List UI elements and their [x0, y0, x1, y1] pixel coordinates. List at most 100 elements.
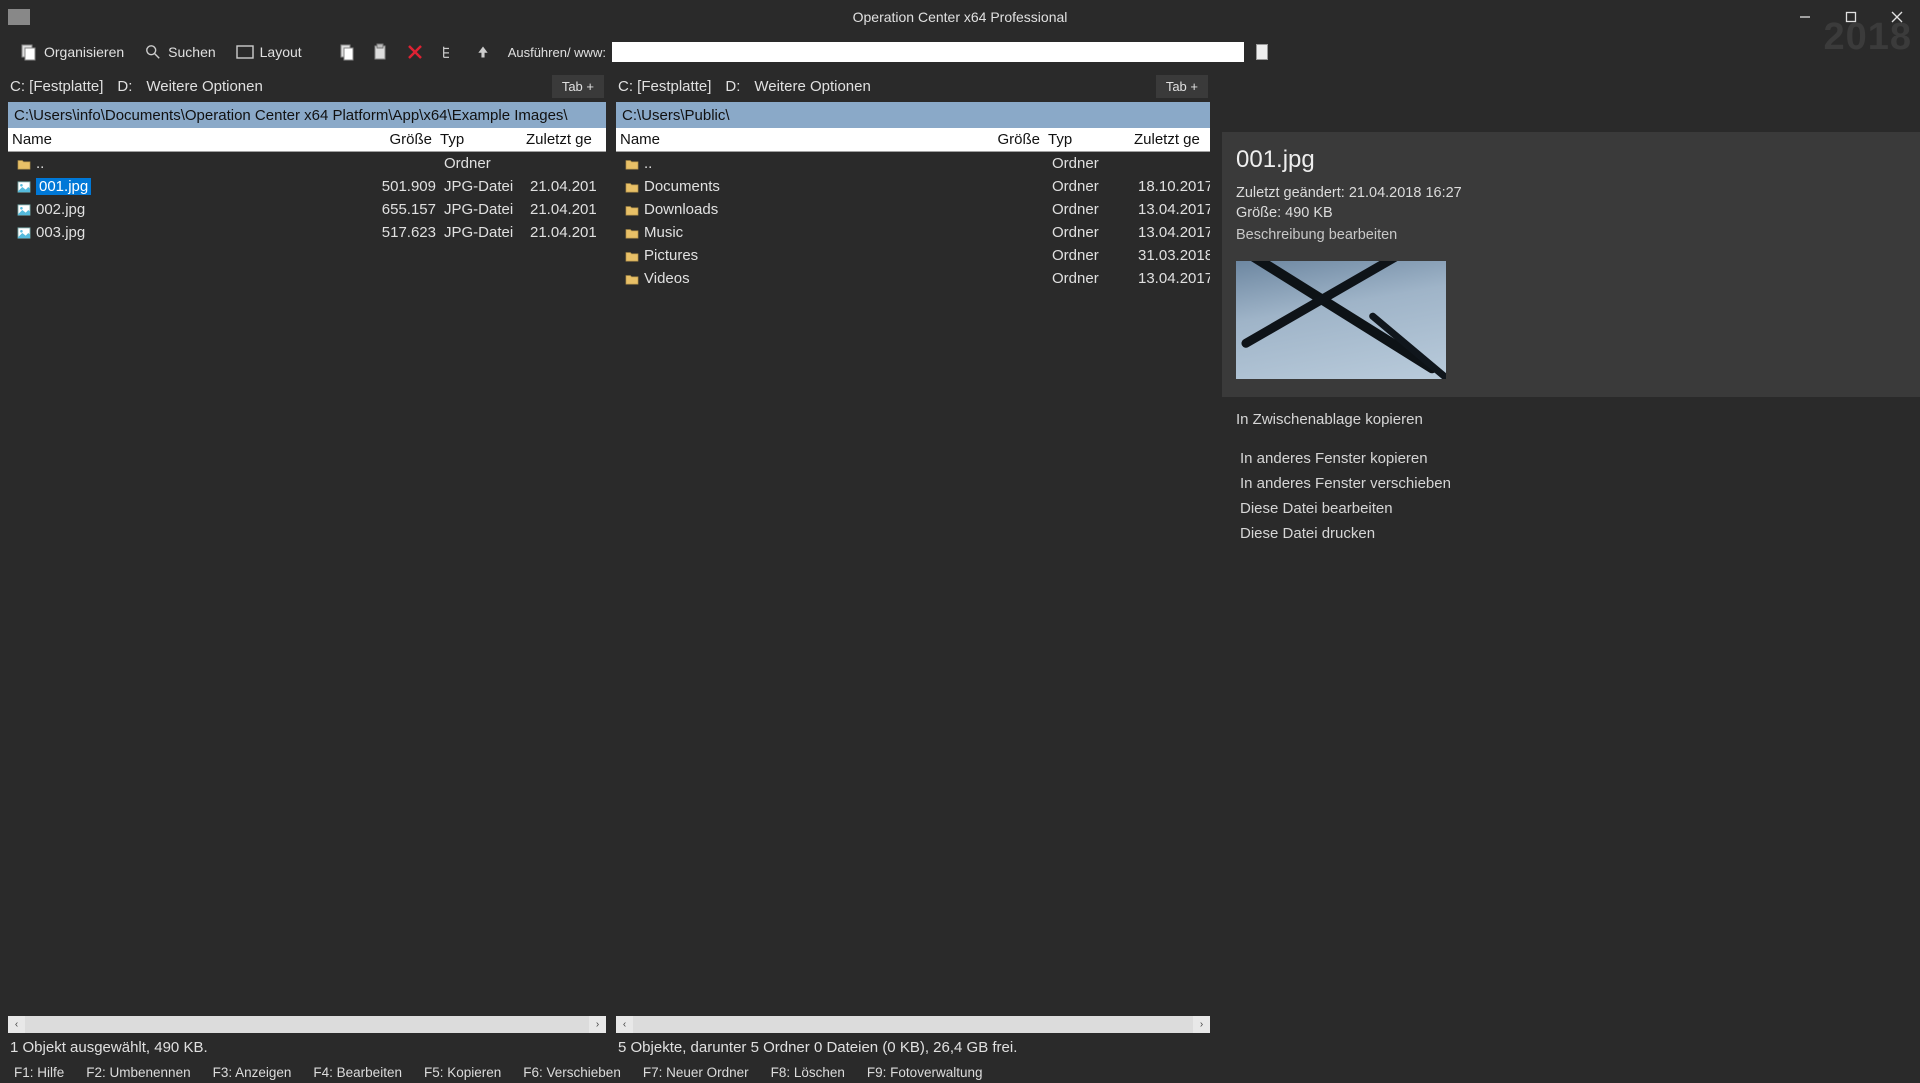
- titlebar: Operation Center x64 Professional: [0, 0, 1920, 34]
- window-title: Operation Center x64 Professional: [853, 9, 1068, 25]
- scroll-left-icon[interactable]: ‹: [8, 1016, 25, 1033]
- file-row[interactable]: DownloadsOrdner13.04.2017: [616, 198, 1210, 221]
- col-size[interactable]: Größe: [368, 131, 436, 148]
- run-input[interactable]: [612, 42, 1244, 62]
- footer-shortcut[interactable]: F6: Verschieben: [523, 1065, 621, 1080]
- footer-shortcut[interactable]: F8: Löschen: [771, 1065, 845, 1080]
- file-type: Ordner: [1048, 178, 1134, 195]
- minimize-button[interactable]: [1782, 0, 1828, 34]
- delete-button[interactable]: [400, 37, 430, 67]
- image-icon: [16, 203, 32, 217]
- col-size[interactable]: Größe: [976, 131, 1044, 148]
- toolbar: Organisieren Suchen Layout Ausführen/ ww…: [0, 34, 1920, 70]
- col-date[interactable]: Zuletzt ge: [522, 131, 606, 148]
- drive-c[interactable]: C: [Festplatte]: [10, 78, 103, 95]
- footer-shortcut[interactable]: F4: Bearbeiten: [313, 1065, 402, 1080]
- preview-actions: In anderes Fenster kopierenIn anderes Fe…: [1222, 442, 1920, 550]
- footer-shortcut[interactable]: F1: Hilfe: [14, 1065, 64, 1080]
- footer-shortcut[interactable]: F2: Umbenennen: [86, 1065, 190, 1080]
- preview-title: 001.jpg: [1236, 146, 1906, 174]
- drive-c[interactable]: C: [Festplatte]: [618, 78, 711, 95]
- file-row[interactable]: 002.jpg655.157JPG-Datei21.04.201: [8, 198, 606, 221]
- col-date[interactable]: Zuletzt ge: [1130, 131, 1210, 148]
- left-column-header[interactable]: Name Größe Typ Zuletzt ge: [8, 128, 606, 152]
- more-options[interactable]: Weitere Optionen: [146, 78, 262, 95]
- file-name: 001.jpg: [36, 178, 91, 195]
- file-size: 501.909: [372, 178, 440, 195]
- tree-button[interactable]: [434, 37, 464, 67]
- search-icon: [144, 43, 162, 61]
- search-button[interactable]: Suchen: [134, 39, 225, 65]
- image-icon: [16, 226, 32, 240]
- file-type: JPG-Datei: [440, 201, 526, 218]
- layout-icon: [236, 43, 254, 61]
- file-type: Ordner: [440, 155, 526, 172]
- footer-shortcut[interactable]: F3: Anzeigen: [213, 1065, 292, 1080]
- run-label: Ausführen/ www:: [508, 45, 606, 60]
- window-controls: [1782, 0, 1920, 34]
- preview-action[interactable]: In anderes Fenster verschieben: [1240, 471, 1902, 496]
- copy-button[interactable]: [332, 37, 362, 67]
- left-path[interactable]: C:\Users\info\Documents\Operation Center…: [8, 102, 606, 128]
- footer-shortcut[interactable]: F7: Neuer Ordner: [643, 1065, 749, 1080]
- file-row[interactable]: ..Ordner: [616, 152, 1210, 175]
- file-type: Ordner: [1048, 247, 1134, 264]
- file-date: 13.04.2017: [1134, 224, 1210, 241]
- file-name: 003.jpg: [36, 224, 85, 241]
- file-row[interactable]: 001.jpg501.909JPG-Datei21.04.201: [8, 175, 606, 198]
- left-file-list[interactable]: ..Ordner001.jpg501.909JPG-Datei21.04.201…: [8, 152, 606, 1016]
- file-date: 18.10.2017: [1134, 178, 1210, 195]
- file-row[interactable]: VideosOrdner13.04.2017: [616, 267, 1210, 290]
- file-row[interactable]: MusicOrdner13.04.2017: [616, 221, 1210, 244]
- edit-description-link[interactable]: Beschreibung bearbeiten: [1236, 227, 1906, 243]
- scroll-right-icon[interactable]: ›: [1193, 1016, 1210, 1033]
- tab-plus-right[interactable]: Tab +: [1156, 75, 1208, 98]
- col-name[interactable]: Name: [8, 131, 368, 148]
- up-button[interactable]: [468, 37, 498, 67]
- col-type[interactable]: Typ: [1044, 131, 1130, 148]
- file-row[interactable]: 003.jpg517.623JPG-Datei21.04.201: [8, 221, 606, 244]
- footer-shortcut[interactable]: F5: Kopieren: [424, 1065, 501, 1080]
- file-date: 21.04.201: [526, 201, 606, 218]
- scroll-left-icon[interactable]: ‹: [616, 1016, 633, 1033]
- layout-button[interactable]: Layout: [226, 39, 312, 65]
- file-type: JPG-Datei: [440, 224, 526, 241]
- right-file-list[interactable]: ..OrdnerDocumentsOrdner18.10.2017Downloa…: [616, 152, 1210, 1016]
- preview-action[interactable]: Diese Datei drucken: [1240, 521, 1902, 546]
- file-name: Documents: [644, 178, 720, 195]
- preview-thumbnail[interactable]: [1236, 261, 1446, 379]
- file-name: Downloads: [644, 201, 718, 218]
- file-type: Ordner: [1048, 155, 1134, 172]
- right-path[interactable]: C:\Users\Public\: [616, 102, 1210, 128]
- col-type[interactable]: Typ: [436, 131, 522, 148]
- right-column-header[interactable]: Name Größe Typ Zuletzt ge: [616, 128, 1210, 152]
- left-status: 1 Objekt ausgewählt, 490 KB.: [8, 1033, 606, 1061]
- organize-button[interactable]: Organisieren: [10, 39, 134, 65]
- file-type: Ordner: [1048, 224, 1134, 241]
- close-button[interactable]: [1874, 0, 1920, 34]
- folder-icon: [624, 249, 640, 263]
- maximize-button[interactable]: [1828, 0, 1874, 34]
- organize-label: Organisieren: [44, 44, 124, 60]
- scroll-track[interactable]: [25, 1016, 589, 1033]
- scroll-right-icon[interactable]: ›: [589, 1016, 606, 1033]
- col-name[interactable]: Name: [616, 131, 976, 148]
- file-name: ..: [36, 155, 44, 172]
- folder-icon: [624, 272, 640, 286]
- file-row[interactable]: PicturesOrdner31.03.2018: [616, 244, 1210, 267]
- more-options[interactable]: Weitere Optionen: [754, 78, 870, 95]
- file-row[interactable]: Documents Ordner18.10.2017: [616, 175, 1210, 198]
- preview-action[interactable]: Diese Datei bearbeiten: [1240, 496, 1902, 521]
- preview-action[interactable]: In anderes Fenster kopieren: [1240, 446, 1902, 471]
- right-hscroll[interactable]: ‹ ›: [616, 1016, 1210, 1033]
- copy-clipboard-link[interactable]: In Zwischenablage kopieren: [1222, 397, 1920, 442]
- tab-plus-left[interactable]: Tab +: [552, 75, 604, 98]
- drive-d[interactable]: D:: [117, 78, 132, 95]
- footer-shortcut[interactable]: F9: Fotoverwaltung: [867, 1065, 983, 1080]
- scroll-track[interactable]: [633, 1016, 1193, 1033]
- document-icon[interactable]: [1256, 44, 1268, 60]
- drive-d[interactable]: D:: [725, 78, 740, 95]
- paste-button[interactable]: [366, 37, 396, 67]
- left-hscroll[interactable]: ‹ ›: [8, 1016, 606, 1033]
- file-row[interactable]: .. Ordner: [8, 152, 606, 175]
